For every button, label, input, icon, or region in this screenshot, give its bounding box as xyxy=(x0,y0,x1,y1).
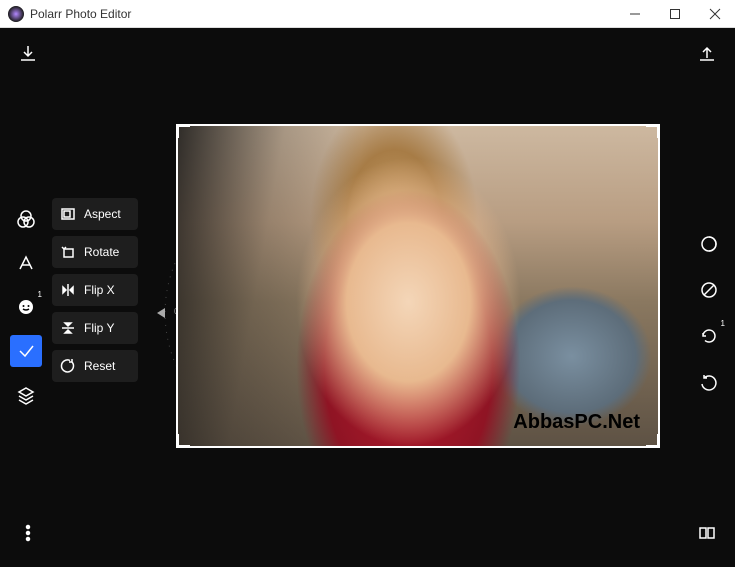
flipy-label: Flip Y xyxy=(84,321,114,335)
crop-handle-bottom-left[interactable] xyxy=(176,434,190,448)
color-tool[interactable] xyxy=(10,203,42,235)
text-tool[interactable] xyxy=(10,247,42,279)
crop-tool[interactable] xyxy=(10,335,42,367)
rotate-button[interactable]: Rotate xyxy=(52,236,138,268)
export-button[interactable] xyxy=(693,40,721,68)
history-tool[interactable]: 1 xyxy=(693,320,725,352)
right-toolbar: 1 xyxy=(693,228,725,398)
flipx-button[interactable]: Flip X xyxy=(52,274,138,306)
effects-tool[interactable] xyxy=(693,228,725,260)
window-titlebar: Polarr Photo Editor xyxy=(0,0,735,28)
aspect-button[interactable]: Aspect xyxy=(52,198,138,230)
overlay-tool[interactable] xyxy=(693,274,725,306)
history-badge: 1 xyxy=(721,319,725,328)
reset-button[interactable]: Reset xyxy=(52,350,138,382)
window-controls xyxy=(615,0,735,28)
crop-panel: Aspect Rotate Flip X Flip Y Reset xyxy=(52,198,138,382)
close-button[interactable] xyxy=(695,0,735,28)
aspect-label: Aspect xyxy=(84,207,121,221)
flipx-label: Flip X xyxy=(84,283,115,297)
undo-tool[interactable] xyxy=(693,366,725,398)
flipy-button[interactable]: Flip Y xyxy=(52,312,138,344)
import-button[interactable] xyxy=(14,40,42,68)
app-icon xyxy=(8,6,24,22)
image-canvas[interactable]: AbbasPC.Net xyxy=(178,126,658,446)
crop-frame[interactable] xyxy=(176,124,660,448)
maximize-button[interactable] xyxy=(655,0,695,28)
crop-handle-top-right[interactable] xyxy=(646,124,660,138)
app-title: Polarr Photo Editor xyxy=(30,7,615,21)
more-button[interactable] xyxy=(14,519,42,547)
left-toolbar: 1 xyxy=(10,203,42,411)
app-workspace: 1 Aspect Rotate Flip X Flip Y Reset xyxy=(0,28,735,567)
rotate-label: Rotate xyxy=(84,245,119,259)
compare-button[interactable] xyxy=(693,519,721,547)
layers-tool[interactable] xyxy=(10,379,42,411)
reset-label: Reset xyxy=(84,359,115,373)
crop-handle-top-left[interactable] xyxy=(176,124,190,138)
face-tool[interactable]: 1 xyxy=(10,291,42,323)
face-badge: 1 xyxy=(38,290,42,299)
crop-handle-bottom-right[interactable] xyxy=(646,434,660,448)
minimize-button[interactable] xyxy=(615,0,655,28)
